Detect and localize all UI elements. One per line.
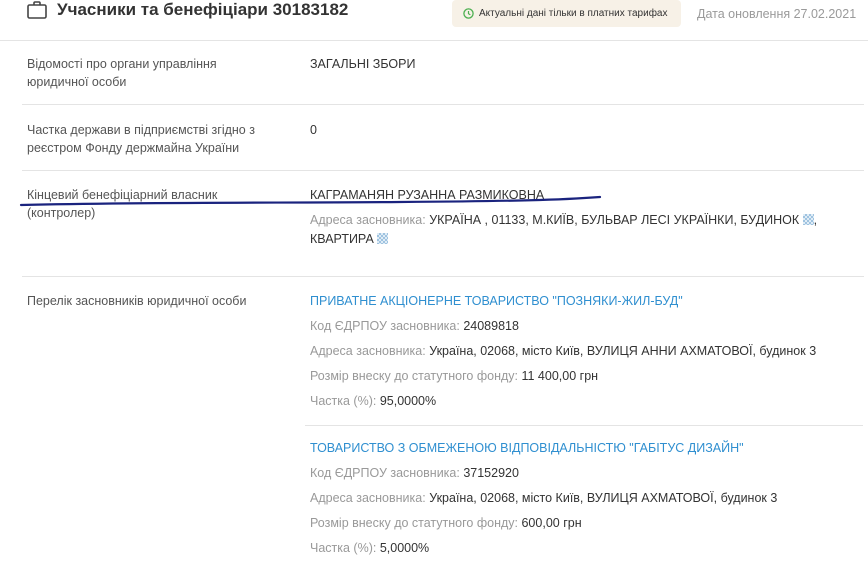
founder-address: Україна, 02068, місто Київ, ВУЛИЦЯ АННИ … (429, 344, 817, 358)
governance-value: ЗАГАЛЬНІ ЗБОРИ (310, 57, 416, 71)
divider (305, 425, 863, 426)
founders-label: Перелік засновників юридичної особи (27, 294, 247, 308)
founder-address: Україна, 02068, місто Київ, ВУЛИЦЯ АХМАТ… (429, 491, 778, 505)
divider (22, 276, 864, 277)
redacted-icon (377, 233, 389, 244)
founder-share: 5,0000% (379, 541, 430, 555)
founder-code: 37152920 (463, 466, 519, 480)
beneficiary-label: Кінцевий бенефіціарний власник (контроле… (27, 188, 218, 220)
clock-icon (463, 8, 474, 19)
address-label: Адреса засновника: (310, 213, 426, 227)
founder-code: 24089818 (463, 319, 519, 333)
divider (0, 40, 868, 41)
state-share-value: 0 (310, 123, 317, 137)
address-line: УКРАЇНА , 01133, М.КИЇВ, БУЛЬВАР ЛЕСІ УК… (429, 213, 800, 227)
founder-contribution: 600,00 грн (521, 516, 582, 530)
paid-tariff-badge[interactable]: Актуальні дані тільки в платних тарифах (452, 0, 681, 27)
redacted-icon (802, 214, 814, 225)
founder-link[interactable]: ПРИВАТНЕ АКЦІОНЕРНЕ ТОВАРИСТВО "ПОЗНЯКИ-… (310, 294, 683, 308)
briefcase-icon (27, 1, 47, 19)
state-share-label: Частка держави в підприємстві згідно з р… (27, 123, 255, 155)
divider (22, 104, 864, 105)
address-line: КВАРТИРА (310, 232, 374, 246)
governance-label: Відомості про органи управління юридично… (27, 57, 217, 89)
badge-text: Актуальні дані тільки в платних тарифах (479, 8, 668, 19)
divider (22, 170, 864, 171)
update-date: Дата оновлення 27.02.2021 (697, 7, 857, 21)
founder-share: 95,0000% (379, 394, 437, 408)
founder-contribution: 11 400,00 грн (521, 369, 599, 383)
founder-link[interactable]: ТОВАРИСТВО З ОБМЕЖЕНОЮ ВІДПОВІДАЛЬНІСТЮ … (310, 441, 744, 455)
beneficiary-name: КАГРАМАНЯН РУЗАННА РАЗМИКОВНА (310, 188, 545, 202)
beneficiary-address: Адреса засновника: УКРАЇНА , 01133, М.КИ… (310, 213, 818, 246)
page-title: Учасники та бенефіціари 30183182 (57, 0, 349, 19)
section-header: Учасники та бенефіціари 30183182 Актуаль… (0, 0, 868, 40)
